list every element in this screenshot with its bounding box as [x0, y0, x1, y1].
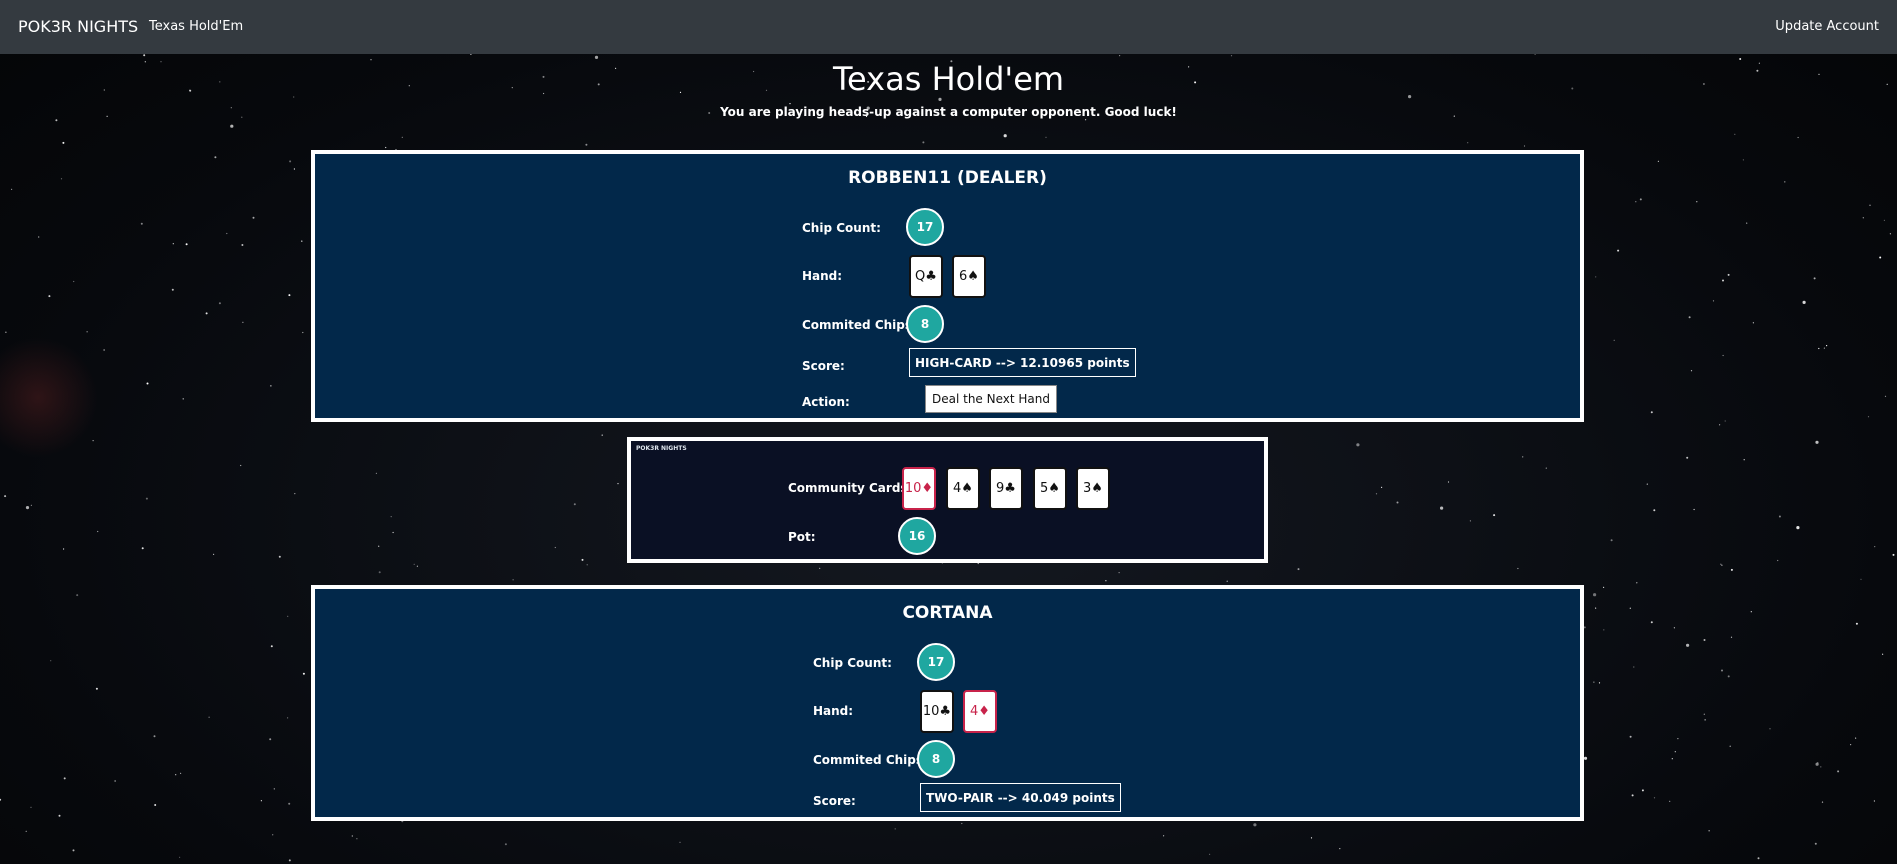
dealer-hand-card: 6♠: [952, 255, 986, 298]
community-cards-label: Community Cards:: [788, 481, 913, 495]
deal-next-hand-button[interactable]: Deal the Next Hand: [925, 385, 1058, 413]
player-chip-count-chip: 17: [917, 643, 955, 681]
community-brand-text: POK3R NIGHTS: [636, 445, 687, 452]
player-committed-chip: 8: [917, 740, 955, 778]
player-hand-label: Hand:: [813, 704, 854, 718]
dealer-chip-count-chip: 17: [906, 208, 944, 246]
dealer-committed-label: Commited Chips:: [802, 318, 917, 332]
player-hand-card: 10♣: [920, 690, 954, 733]
player-score-label: Score:: [813, 794, 856, 808]
community-card: 4♠: [946, 467, 980, 510]
player-name: CORTANA: [902, 603, 993, 623]
community-card: 3♠: [1076, 467, 1110, 510]
page-subtitle: You are playing heads-up against a compu…: [720, 105, 1177, 119]
dealer-hand-card: Q♣: [909, 255, 943, 298]
community-card: 9♣: [989, 467, 1023, 510]
player-panel: CORTANA Chip Count: 17 Hand: 10♣ 4♦ Comm…: [311, 585, 1584, 821]
main-content: Texas Hold'em You are playing heads-up a…: [0, 0, 1897, 864]
top-navbar: POK3R NIGHTS Texas Hold'Em Update Accoun…: [0, 0, 1897, 54]
dealer-name: ROBBEN11 (DEALER): [848, 168, 1047, 188]
community-card: 10♦: [902, 467, 936, 510]
pot-chip: 16: [898, 517, 936, 555]
player-committed-label: Commited Chips:: [813, 753, 928, 767]
dealer-score-box: HIGH-CARD --> 12.10965 points: [909, 348, 1136, 377]
dealer-committed-chip: 8: [906, 305, 944, 343]
pot-label: Pot:: [788, 530, 816, 544]
player-score-box: TWO-PAIR --> 40.049 points: [920, 783, 1121, 812]
nav-link-update-account[interactable]: Update Account: [1775, 19, 1879, 34]
community-card: 5♠: [1033, 467, 1067, 510]
player-chip-count-label: Chip Count:: [813, 656, 892, 670]
dealer-score-label: Score:: [802, 359, 845, 373]
dealer-panel: ROBBEN11 (DEALER) Chip Count: 17 Hand: Q…: [311, 150, 1584, 422]
dealer-hand-label: Hand:: [802, 269, 843, 283]
community-panel: POK3R NIGHTS Community Cards: 10♦ 4♠ 9♣ …: [627, 437, 1268, 563]
player-hand-card: 4♦: [963, 690, 997, 733]
nav-link-texas-holdem[interactable]: Texas Hold'Em: [149, 19, 243, 34]
page-title: Texas Hold'em: [832, 60, 1065, 98]
brand-link[interactable]: POK3R NIGHTS: [18, 17, 138, 36]
dealer-action-label: Action:: [802, 395, 850, 409]
dealer-chip-count-label: Chip Count:: [802, 221, 881, 235]
